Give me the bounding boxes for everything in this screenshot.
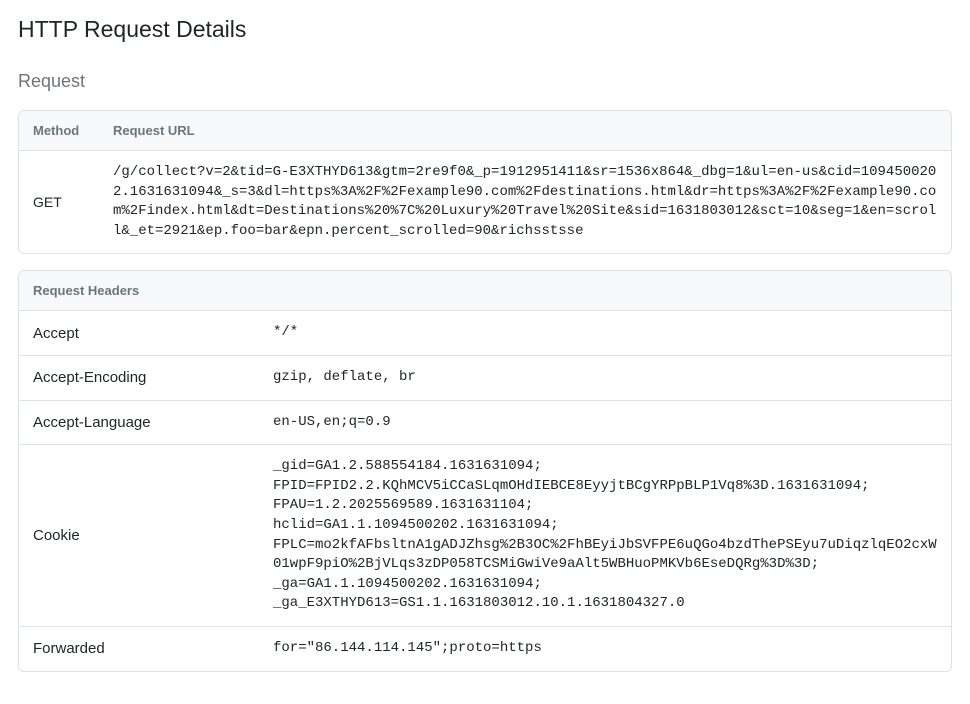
request-panel: Method Request URL GET /g/collect?v=2&ti… — [18, 110, 952, 254]
page-title: HTTP Request Details — [18, 16, 952, 43]
request-headers-panel: Request Headers Accept*/*Accept-Encoding… — [18, 270, 952, 671]
request-headers-table: Request Headers Accept*/*Accept-Encoding… — [19, 271, 951, 670]
header-name: Accept-Language — [19, 400, 259, 445]
header-name: Cookie — [19, 445, 259, 627]
header-row: Accept-Languageen-US,en;q=0.9 — [19, 400, 951, 445]
request-section-title: Request — [18, 71, 952, 92]
request-table: Method Request URL GET /g/collect?v=2&ti… — [19, 111, 951, 253]
header-row: Accept-Encodinggzip, deflate, br — [19, 355, 951, 400]
request-row: GET /g/collect?v=2&tid=G-E3XTHYD613&gtm=… — [19, 151, 951, 254]
header-name: Forwarded — [19, 626, 259, 670]
header-value: en-US,en;q=0.9 — [259, 400, 951, 445]
header-value: for="86.144.114.145";proto=https — [259, 626, 951, 670]
header-row: Forwardedfor="86.144.114.145";proto=http… — [19, 626, 951, 670]
header-name: Accept — [19, 311, 259, 356]
col-method: Method — [19, 111, 99, 151]
request-headers-title: Request Headers — [19, 271, 951, 311]
header-row: Accept*/* — [19, 311, 951, 356]
header-value: _gid=GA1.2.588554184.1631631094; FPID=FP… — [259, 445, 951, 627]
col-url: Request URL — [99, 111, 951, 151]
header-value: */* — [259, 311, 951, 356]
header-row: Cookie_gid=GA1.2.588554184.1631631094; F… — [19, 445, 951, 627]
request-method: GET — [19, 151, 99, 254]
header-value: gzip, deflate, br — [259, 355, 951, 400]
header-name: Accept-Encoding — [19, 355, 259, 400]
request-url: /g/collect?v=2&tid=G-E3XTHYD613&gtm=2re9… — [99, 151, 951, 254]
